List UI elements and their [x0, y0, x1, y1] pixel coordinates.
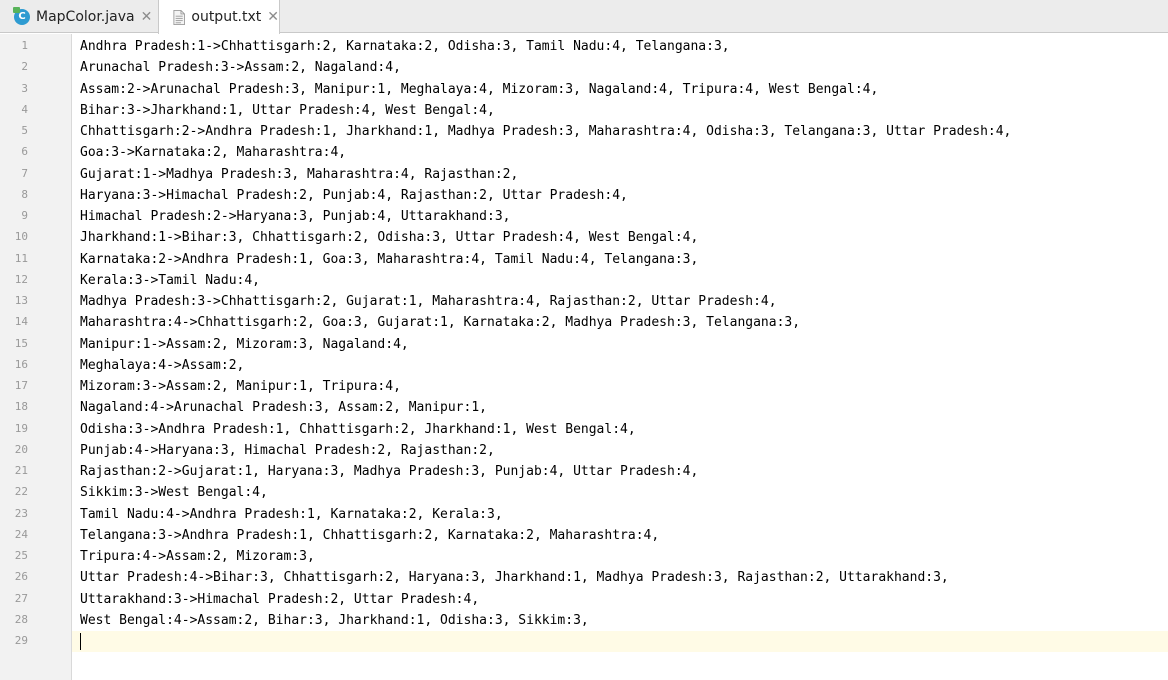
line-number: 25: [14, 549, 28, 562]
text-line: Gujarat:1->Madhya Pradesh:3, Maharashtra…: [80, 166, 519, 182]
text-line: Arunachal Pradesh:3->Assam:2, Nagaland:4…: [80, 60, 401, 76]
text-line: Tripura:4->Assam:2, Mizoram:3,: [80, 549, 315, 564]
line-number: 29: [14, 634, 28, 647]
text-line: Madhya Pradesh:3->Chhattisgarh:2, Gujara…: [80, 294, 777, 309]
line-number: 26: [14, 570, 28, 584]
line-number: 20: [14, 442, 28, 456]
tab-label: MapColor.java: [36, 8, 135, 25]
text-line: Uttar Pradesh:4->Bihar:3, Chhattisgarh:2…: [80, 570, 949, 586]
line-number: 23: [14, 506, 28, 520]
text-line: Rajasthan:2->Gujarat:1, Haryana:3, Madhy…: [80, 464, 699, 479]
line-number: 11: [14, 251, 28, 265]
line-number: 27: [14, 591, 28, 605]
text-line: West Bengal:4->Assam:2, Bihar:3, Jharkha…: [80, 612, 589, 628]
line-number: 15: [14, 336, 28, 350]
line-number: 10: [14, 230, 28, 244]
line-number: 24: [14, 527, 28, 541]
text-line: Sikkim:3->West Bengal:4,: [80, 485, 268, 501]
line-number: 1: [21, 39, 28, 52]
text-line: Telangana:3->Andhra Pradesh:1, Chhattisg…: [80, 527, 660, 543]
text-file-icon: [173, 9, 185, 25]
line-number: 8: [21, 187, 28, 201]
java-class-icon: C: [13, 6, 30, 25]
line-number: 19: [14, 421, 28, 435]
text-line: Kerala:3->Tamil Nadu:4,: [80, 272, 261, 288]
editor-tab-bar: C MapColor.java ✕ output.txt ✕: [0, 0, 1168, 34]
text-editor[interactable]: Andhra Pradesh:1->Chhattisgarh:2, Karnat…: [72, 34, 1168, 680]
text-line: Odisha:3->Andhra Pradesh:1, Chhattisgarh…: [80, 421, 636, 437]
tab-label: output.txt: [191, 9, 262, 25]
line-number: 9: [21, 209, 28, 222]
text-line: Goa:3->Karnataka:2, Maharashtra:4,: [80, 145, 347, 161]
line-number: 5: [21, 124, 28, 137]
text-line: Karnataka:2->Andhra Pradesh:1, Goa:3, Ma…: [80, 251, 699, 267]
line-number: 14: [14, 315, 28, 329]
text-line: Punjab:4->Haryana:3, Himachal Pradesh:2,…: [80, 442, 495, 458]
close-icon[interactable]: ✕: [141, 10, 153, 24]
line-number: 22: [14, 485, 28, 499]
line-number: 17: [14, 379, 28, 392]
line-number: 6: [21, 145, 28, 159]
text-line: Nagaland:4->Arunachal Pradesh:3, Assam:2…: [80, 400, 487, 416]
text-line: Jharkhand:1->Bihar:3, Chhattisgarh:2, Od…: [80, 230, 699, 246]
text-line: Andhra Pradesh:1->Chhattisgarh:2, Karnat…: [80, 39, 730, 54]
line-number-gutter[interactable]: 1 2 3 4 5 6 7 8 9 10 11 12 13 14 15 16 17 18 19 20 21 22 23 24 2…: [0, 34, 72, 680]
line-number: 3: [21, 81, 28, 95]
text-line: Tamil Nadu:4->Andhra Pradesh:1, Karnatak…: [80, 506, 503, 522]
line-number: 7: [21, 166, 28, 180]
text-line: Chhattisgarh:2->Andhra Pradesh:1, Jharkh…: [80, 124, 1012, 139]
text-line: Himachal Pradesh:2->Haryana:3, Punjab:4,…: [80, 209, 511, 224]
line-number: 13: [14, 294, 28, 307]
line-number: 28: [14, 612, 28, 626]
text-line: Bihar:3->Jharkhand:1, Uttar Pradesh:4, W…: [80, 102, 495, 118]
text-line: Uttarakhand:3->Himachal Pradesh:2, Uttar…: [80, 591, 480, 607]
close-icon[interactable]: ✕: [267, 10, 279, 24]
text-line: Manipur:1->Assam:2, Mizoram:3, Nagaland:…: [80, 336, 409, 352]
text-line: Maharashtra:4->Chhattisgarh:2, Goa:3, Gu…: [80, 315, 801, 331]
line-number: 12: [14, 272, 28, 286]
text-line: Mizoram:3->Assam:2, Manipur:1, Tripura:4…: [80, 379, 401, 394]
text-line: Meghalaya:4->Assam:2,: [80, 357, 245, 373]
text-line: Haryana:3->Himachal Pradesh:2, Punjab:4,…: [80, 187, 628, 203]
tab-output-txt[interactable]: output.txt ✕: [158, 0, 280, 34]
text-line: Assam:2->Arunachal Pradesh:3, Manipur:1,…: [80, 81, 879, 97]
line-number: 16: [14, 357, 28, 371]
line-number: 21: [14, 464, 28, 477]
line-number: 2: [21, 60, 28, 74]
text-caret: [80, 633, 81, 650]
line-number: 4: [21, 102, 28, 116]
line-number: 18: [14, 400, 28, 414]
tab-mapcolor-java[interactable]: C MapColor.java ✕: [0, 0, 156, 33]
